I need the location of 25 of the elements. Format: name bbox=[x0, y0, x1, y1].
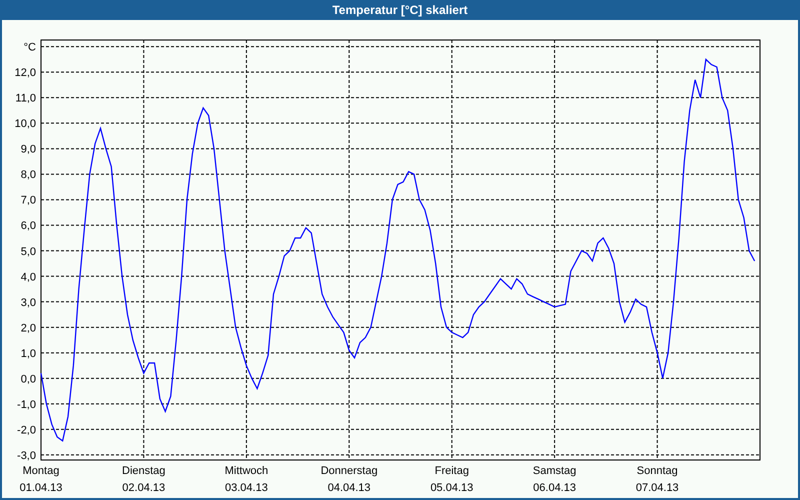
y-tick-label: 2,0 bbox=[20, 322, 36, 334]
y-tick-label: 8,0 bbox=[20, 169, 36, 182]
x-tick-label: Freitag 05.04.13 bbox=[430, 465, 474, 494]
y-tick-label: 4,0 bbox=[20, 271, 36, 284]
x-tick-label: Montag 01.04.13 bbox=[20, 465, 62, 494]
x-tick-label: Dienstag 02.04.13 bbox=[122, 465, 166, 494]
y-tick-label: 3,0 bbox=[20, 296, 36, 309]
x-tick-label: Mittwoch 03.04.13 bbox=[224, 465, 268, 494]
y-axis-unit: °C bbox=[24, 42, 36, 54]
x-tick-label: Samstag 06.04.13 bbox=[532, 465, 576, 494]
y-tick-label: 12,0 bbox=[14, 67, 36, 80]
window-title: Temperatur [°C] skaliert bbox=[332, 2, 468, 19]
y-tick-label: 6,0 bbox=[20, 220, 36, 232]
x-tick-label: Sonntag 07.04.13 bbox=[636, 465, 679, 494]
y-tick-label: -2,0 bbox=[17, 424, 36, 436]
y-tick-label: 0,0 bbox=[20, 373, 36, 386]
y-tick-label: 1,0 bbox=[20, 348, 36, 360]
y-tick-label: 5,0 bbox=[20, 246, 36, 258]
x-tick-label: Donnerstag 04.04.13 bbox=[320, 465, 378, 494]
y-tick-label: 7,0 bbox=[20, 194, 36, 207]
y-tick-label: 10,0 bbox=[14, 118, 36, 130]
y-tick-label: -3,0 bbox=[17, 450, 36, 462]
y-tick-label: 11,0 bbox=[15, 92, 36, 105]
y-tick-label: -1,0 bbox=[17, 398, 36, 411]
y-tick-label: 9,0 bbox=[20, 144, 36, 156]
